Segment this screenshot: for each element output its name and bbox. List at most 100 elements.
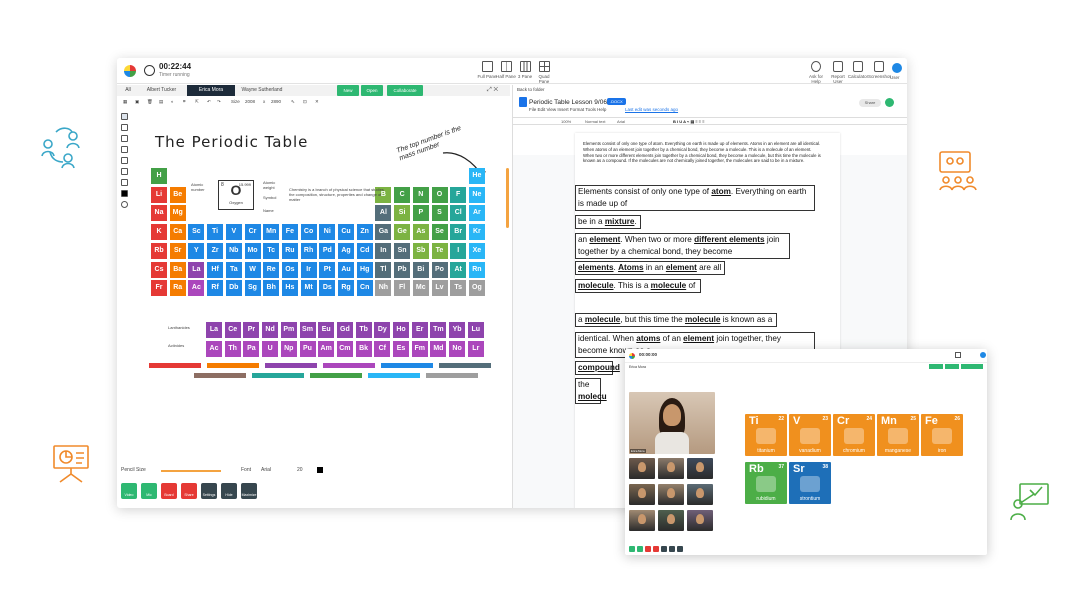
element-tc[interactable]: Tc — [263, 242, 280, 259]
redo-icon[interactable]: ↷ — [217, 99, 221, 105]
element-fe[interactable]: Fe — [281, 224, 298, 241]
element-hs[interactable]: Hs — [281, 280, 298, 297]
share-button[interactable]: Share — [181, 483, 197, 499]
element-y[interactable]: Y — [188, 242, 205, 259]
element-pm-fblock[interactable]: Pm — [280, 322, 297, 338]
document-title[interactable]: Periodic Table Lesson 9/06/21 — [529, 99, 616, 106]
pencil-icon[interactable] — [120, 113, 128, 120]
participant-video[interactable] — [629, 484, 655, 505]
element-fl[interactable]: Fl — [394, 280, 411, 297]
element-n[interactable]: N — [412, 186, 429, 203]
element-db[interactable]: Db — [225, 280, 242, 297]
element-cl[interactable]: Cl — [450, 205, 467, 222]
element-in[interactable]: In — [375, 242, 392, 259]
new-button[interactable]: New — [337, 85, 359, 96]
overlay-share-button[interactable] — [653, 546, 659, 552]
save-icon[interactable]: ▤ — [159, 99, 163, 105]
participant-video[interactable] — [687, 458, 713, 479]
text-icon[interactable] — [120, 146, 128, 153]
element-zn[interactable]: Zn — [356, 224, 373, 241]
element-ir[interactable]: Ir — [300, 261, 317, 278]
trash-icon[interactable]: 🗑 — [147, 99, 153, 105]
collaborator-avatar[interactable] — [885, 98, 894, 107]
element-as[interactable]: As — [412, 224, 429, 241]
element-hg[interactable]: Hg — [356, 261, 373, 278]
element-pt[interactable]: Pt — [319, 261, 336, 278]
element-se[interactable]: Se — [431, 224, 448, 241]
element-ti[interactable]: Ti — [207, 224, 224, 241]
element-ni[interactable]: Ni — [319, 224, 336, 241]
element-zr[interactable]: Zr — [207, 242, 224, 259]
palette-icon[interactable]: ◐ — [171, 99, 174, 104]
element-co[interactable]: Co — [300, 224, 317, 241]
element-pa-fblock[interactable]: Pa — [243, 341, 260, 357]
text-box[interactable]: molecule. This is a molecule of — [575, 279, 701, 293]
element-bh[interactable]: Bh — [263, 280, 280, 297]
element-eu-fblock[interactable]: Eu — [318, 322, 335, 338]
element-li[interactable]: Li — [151, 186, 167, 203]
element-s[interactable]: S — [431, 205, 448, 222]
element-ga[interactable]: Ga — [375, 224, 392, 241]
element-sn[interactable]: Sn — [394, 242, 411, 259]
element-cf-fblock[interactable]: Cf — [374, 341, 391, 357]
element-po[interactable]: Po — [431, 261, 448, 278]
layout-quad-pane-button[interactable]: Quad Pane — [533, 61, 555, 84]
whiteboard-canvas[interactable]: The Periodic Table The top number is the… — [133, 110, 508, 460]
element-ta[interactable]: Ta — [225, 261, 242, 278]
text-box[interactable]: be in a mixture. — [575, 215, 641, 229]
element-v[interactable]: V — [225, 224, 242, 241]
element-bi[interactable]: Bi — [412, 261, 429, 278]
element-nh[interactable]: Nh — [375, 280, 392, 297]
export-icon[interactable]: ⇱ — [195, 99, 199, 105]
element-la[interactable]: La — [188, 261, 205, 278]
element-te[interactable]: Te — [431, 242, 448, 259]
element-u-fblock[interactable]: U — [262, 341, 279, 357]
participant-video[interactable] — [658, 510, 684, 531]
element-re[interactable]: Re — [263, 261, 280, 278]
element-card-manganese[interactable]: Mn 25 manganese — [877, 414, 919, 456]
element-he[interactable]: He — [468, 168, 485, 184]
element-at[interactable]: At — [450, 261, 467, 278]
text-box[interactable]: Elements consist of only one type of ato… — [575, 185, 815, 211]
maximize-button[interactable]: Maximize — [241, 483, 257, 499]
element-ag[interactable]: Ag — [338, 242, 354, 259]
element-sg[interactable]: Sg — [244, 280, 261, 297]
text-box[interactable]: the molecu — [575, 378, 607, 404]
element-fm-fblock[interactable]: Fm — [411, 341, 428, 357]
element-lr-fblock[interactable]: Lr — [467, 341, 484, 357]
hide-button[interactable]: Hide — [221, 483, 237, 499]
element-cm-fblock[interactable]: Cm — [336, 341, 353, 357]
element-mn[interactable]: Mn — [263, 224, 280, 241]
participant-video[interactable] — [629, 458, 655, 479]
text-box[interactable]: an element. When two or more different e… — [575, 233, 790, 259]
font-select[interactable]: Arial — [617, 119, 625, 124]
element-rg[interactable]: Rg — [338, 280, 354, 297]
size-width-input[interactable]: 2008 — [245, 99, 255, 104]
element-mt[interactable]: Mt — [300, 280, 317, 297]
element-mg[interactable]: Mg — [169, 205, 186, 222]
overlay-open-button[interactable] — [945, 364, 959, 369]
element-er-fblock[interactable]: Er — [411, 322, 428, 338]
element-th-fblock[interactable]: Th — [224, 341, 241, 357]
pi-icon[interactable] — [120, 168, 128, 175]
canvas-scrollbar[interactable] — [506, 168, 509, 228]
lock-icon[interactable]: ⊡ — [303, 99, 307, 105]
element-ru[interactable]: Ru — [281, 242, 298, 259]
element-mo[interactable]: Mo — [244, 242, 261, 259]
element-k[interactable]: K — [151, 224, 167, 241]
participant-video[interactable] — [687, 510, 713, 531]
element-ts[interactable]: Ts — [450, 280, 467, 297]
element-i[interactable]: I — [450, 242, 467, 259]
element-ge[interactable]: Ge — [394, 224, 411, 241]
element-cr[interactable]: Cr — [244, 224, 261, 241]
text-color-swatch[interactable] — [317, 467, 323, 473]
element-bk-fblock[interactable]: Bk — [355, 341, 372, 357]
close-icon[interactable]: ✕ — [315, 99, 319, 105]
user-avatar[interactable] — [892, 63, 902, 73]
tab-all[interactable]: All — [117, 85, 139, 96]
element-nd-fblock[interactable]: Nd — [262, 322, 279, 338]
document-menu[interactable]: File Edit View Insert Format Tools Help — [529, 107, 606, 112]
style-select[interactable]: Normal text — [585, 119, 605, 124]
element-ba[interactable]: Ba — [169, 261, 186, 278]
settings-button[interactable]: Settings — [201, 483, 217, 499]
